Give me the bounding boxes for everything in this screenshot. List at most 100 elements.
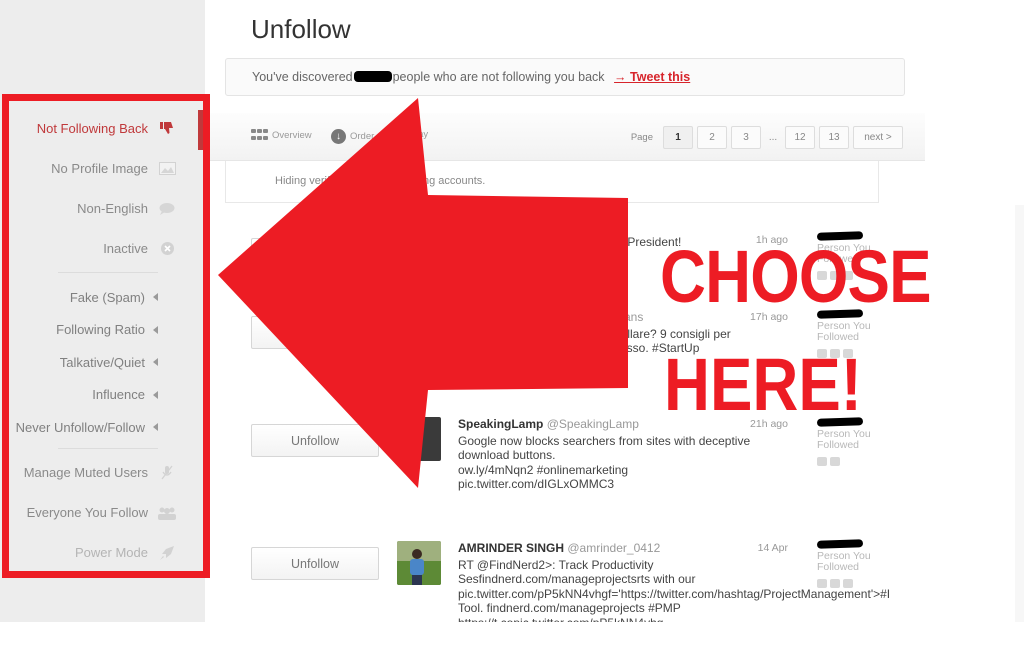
unfollow-button[interactable]: Unfollow — [251, 316, 379, 349]
chart-icon[interactable] — [843, 579, 853, 588]
caret-left-icon — [153, 358, 158, 367]
overview-button[interactable]: Overview — [251, 129, 312, 142]
divider — [58, 272, 158, 273]
display-label: Display — [397, 129, 429, 140]
page-2-button[interactable]: 2 — [697, 126, 727, 149]
chart-icon[interactable] — [843, 271, 853, 280]
sidebar-item-power-mode[interactable]: Power Mode — [0, 533, 198, 573]
thumbs-down-icon[interactable] — [817, 457, 827, 466]
sidebar-item-never-unfollow-follow[interactable]: Never Unfollow/Follow — [0, 411, 198, 444]
meta-label: Person You Followed — [817, 242, 871, 265]
grid-icon — [251, 129, 268, 142]
page-title: Unfollow — [251, 14, 351, 44]
page-13-button[interactable]: 13 — [819, 126, 849, 149]
tweet-line: Google now blocks searchers from sites w… — [458, 433, 751, 448]
redacted-count — [816, 539, 864, 549]
sidebar-item-label: Influence — [92, 387, 145, 403]
tweet-line: download buttons. — [458, 448, 556, 462]
arrow-up-icon[interactable] — [830, 271, 840, 280]
sidebar: Not Following Back No Profile Image Non-… — [0, 0, 205, 622]
page-ellipsis: ... — [768, 132, 778, 143]
sidebar-item-inactive[interactable]: Inactive — [0, 228, 198, 268]
speech-bubble-icon[interactable] — [830, 349, 840, 358]
rocket-icon — [158, 544, 176, 562]
muted-mic-icon — [158, 464, 176, 482]
notice-prefix: You've discovered — [252, 70, 353, 84]
user-name[interactable]: AMRINDER SINGH — [458, 541, 564, 555]
page-12-button[interactable]: 12 — [785, 126, 815, 149]
row-meta: Person You Followed — [816, 231, 907, 280]
arrow-down-icon[interactable] — [830, 457, 840, 466]
user-handle[interactable]: ...rtisans — [458, 310, 643, 324]
sidebar-item-talkative-quiet[interactable]: Talkative/Quiet — [0, 346, 198, 379]
active-indicator — [198, 110, 205, 150]
order-button[interactable]: ↓ Order — [331, 129, 374, 144]
filter-nav: Not Following Back No Profile Image Non-… — [0, 108, 198, 573]
tweet-time: 17h ago — [750, 311, 788, 323]
notice-suffix: people who are not following you back — [392, 70, 605, 84]
display-button[interactable]: Display — [397, 129, 428, 140]
row-meta: Person You Followed — [816, 309, 907, 358]
page-3-button[interactable]: 3 — [731, 126, 761, 149]
avatar[interactable] — [397, 541, 441, 585]
page-label: Page — [630, 132, 653, 143]
row-actions — [817, 579, 907, 588]
avatar-photo — [397, 541, 441, 585]
thumbs-down-icon[interactable] — [817, 271, 827, 280]
caret-left-icon — [153, 390, 158, 399]
thumbs-down-icon[interactable] — [817, 579, 827, 588]
caret-left-icon — [153, 293, 158, 302]
close-circle-icon — [158, 239, 176, 257]
sidebar-item-label: No Profile Image — [51, 160, 148, 176]
sidebar-item-label: Following Ratio — [56, 322, 145, 338]
caret-left-icon — [153, 423, 158, 432]
tweet-text: Google now blocks searchers from sites w… — [458, 434, 878, 492]
unfollow-button[interactable]: Unfollow — [251, 238, 379, 271]
sidebar-item-non-english[interactable]: Non-English — [0, 188, 198, 228]
user-handle[interactable]: @amrinder_0412 — [567, 541, 660, 555]
sidebar-item-manage-muted-users[interactable]: Manage Muted Users — [0, 453, 198, 493]
page-1-button[interactable]: 1 — [663, 126, 693, 149]
sidebar-item-not-following-back[interactable]: Not Following Back — [0, 108, 198, 148]
avatar[interactable] — [397, 417, 441, 461]
tweet: ...rtisans 17h ago ...ecollare? 9 consig… — [458, 310, 878, 356]
user-row: Unfollow AMRINDER SINGH @amrinder_0412 1… — [205, 538, 925, 622]
user-name[interactable]: SpeakingLamp — [458, 417, 543, 431]
arrow-up-icon[interactable] — [830, 579, 840, 588]
arrow-down-circle-icon: ↓ — [331, 129, 346, 144]
group-icon — [158, 504, 176, 522]
image-icon — [158, 159, 176, 177]
tweet-link[interactable]: ow.ly/4mNqn2 #onlinemarketing — [458, 463, 878, 478]
tweet-this-link[interactable]: → Tweet this — [614, 70, 690, 84]
avatar[interactable] — [397, 232, 441, 276]
sidebar-item-following-ratio[interactable]: Following Ratio — [0, 314, 198, 347]
next-page-button[interactable]: next > — [853, 126, 903, 149]
tweet-link[interactable]: pic.twitter.com/pP5kNN4vhgf='https://twi… — [458, 587, 925, 602]
user-row: Unfollow SpeakingLamp @SpeakingLamp 21h … — [205, 414, 925, 534]
unfollow-button[interactable]: Unfollow — [251, 424, 379, 457]
tweet-time: 14 Apr — [757, 542, 788, 554]
redacted-count — [816, 309, 864, 319]
overview-label: Overview — [272, 130, 312, 141]
sidebar-item-influence[interactable]: Influence — [0, 379, 198, 412]
tweet-link[interactable]: pic.twitter.com/dIGLxOMMC3 — [458, 477, 878, 492]
divider — [58, 447, 158, 449]
list-toolbar: Overview ↓ Order Display Page 1 2 3 ... … — [205, 113, 925, 161]
sidebar-item-label: Not Following Back — [36, 120, 148, 136]
tweet-link[interactable]: https://t.copic.twitter.com/pP5kNN4vhg — [458, 616, 925, 623]
sidebar-item-everyone-you-follow[interactable]: Everyone You Follow — [0, 493, 198, 533]
unfollow-button[interactable]: Unfollow — [251, 547, 379, 580]
sidebar-item-fake-spam[interactable]: Fake (Spam) — [0, 281, 198, 314]
sidebar-item-label: Never Unfollow/Follow — [15, 419, 145, 435]
sidebar-item-label: Manage Muted Users — [23, 465, 148, 480]
thumbs-down-icon — [158, 119, 176, 137]
user-row: Unfollow ...rtisans 17h ago ...ecollare?… — [205, 306, 925, 426]
row-meta: Person You Followed — [816, 417, 907, 466]
sidebar-item-label: Non-English — [77, 200, 148, 216]
avatar[interactable] — [397, 310, 441, 354]
chart-icon[interactable] — [843, 349, 853, 358]
user-handle[interactable]: @SpeakingLamp — [547, 417, 639, 431]
row-meta: Person You Followed — [816, 539, 907, 588]
sidebar-item-no-profile-image[interactable]: No Profile Image — [0, 148, 198, 188]
thumbs-down-icon[interactable] — [817, 349, 827, 358]
